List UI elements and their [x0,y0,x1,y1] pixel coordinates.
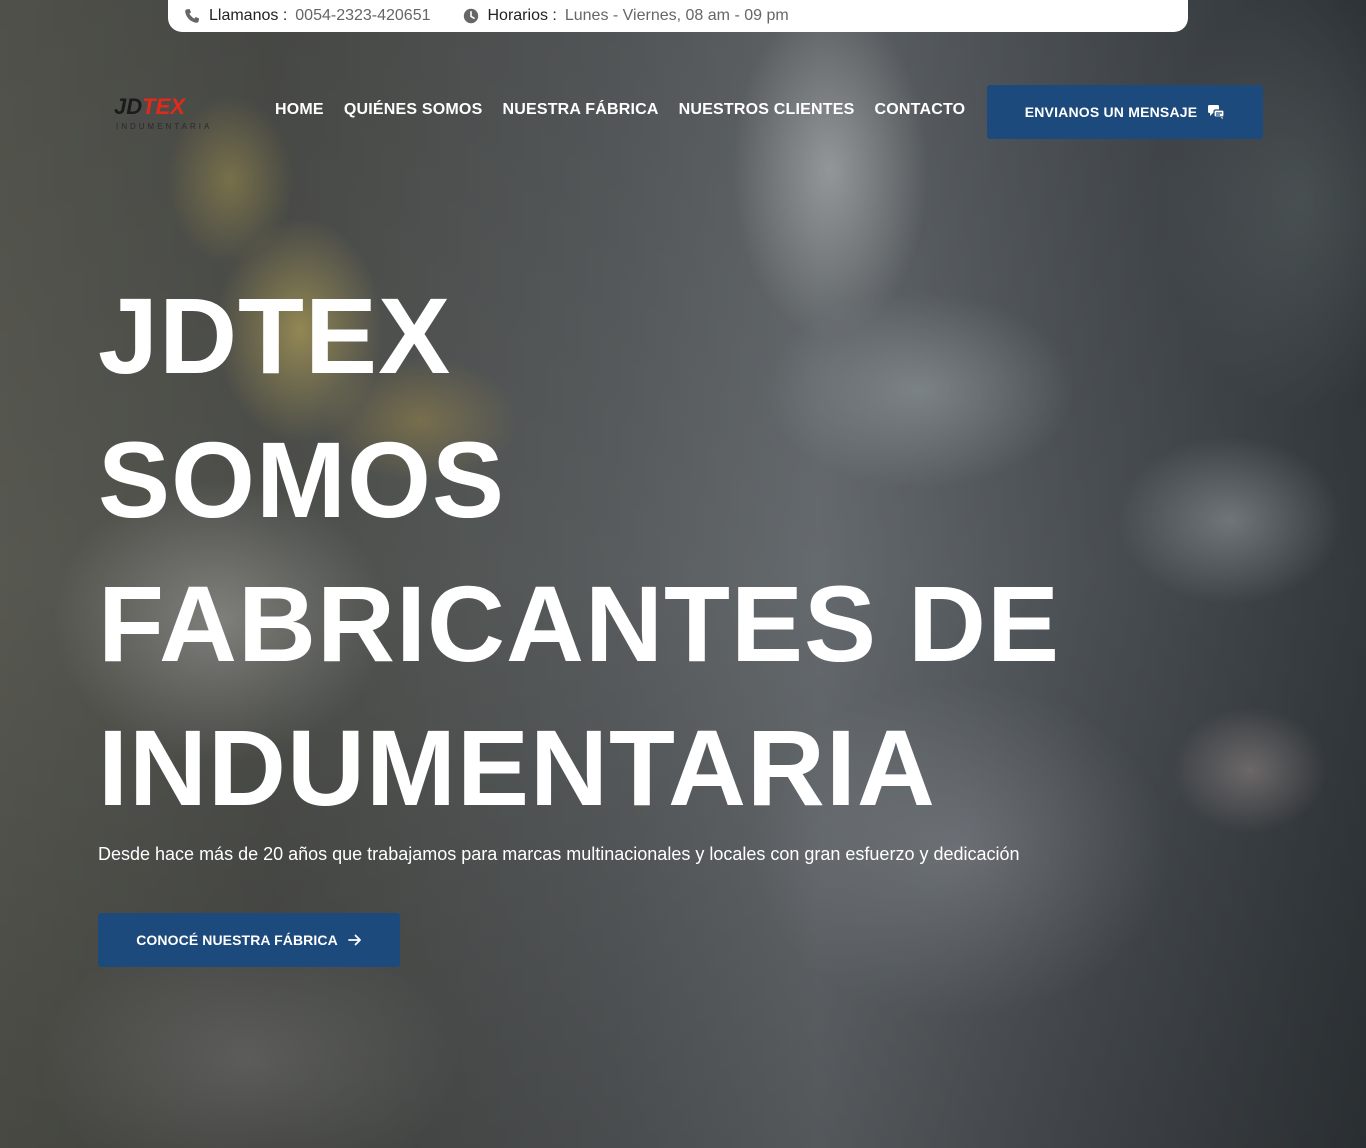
hero-subtitle: Desde hace más de 20 años que trabajamos… [98,844,1020,864]
hours-value: Lunes - Viernes, 08 am - 09 pm [564,7,789,24]
headline-line: JDTEX [98,275,452,396]
phone-icon [184,8,200,24]
nav-item-home[interactable]: HOME [275,101,324,119]
send-message-button[interactable]: ENVIANOS UN MENSAJE [987,85,1263,139]
top-info-bar: Llamanos : 0054-2323-420651 Horarios : L… [168,0,1188,32]
hours-info: Horarios : Lunes - Viernes, 08 am - 09 p… [463,7,789,25]
clock-icon [463,8,479,24]
main-nav: HOME QUIÉNES SOMOS NUESTRA FÁBRICA NUEST… [275,101,985,119]
phone-label: Llamanos : [209,7,288,24]
nav-item-quienes-somos[interactable]: QUIÉNES SOMOS [344,101,483,119]
headline-line: FABRICANTES DE [98,563,1061,684]
phone-info[interactable]: Llamanos : 0054-2323-420651 [184,7,431,25]
conoce-fabrica-label: CONOCÉ NUESTRA FÁBRICA [136,932,338,948]
headline-line: INDUMENTARIA [98,707,936,828]
nav-item-nuestra-fabrica[interactable]: NUESTRA FÁBRICA [502,101,658,119]
headline-line: SOMOS [98,419,506,540]
nav-item-nuestros-clientes[interactable]: NUESTROS CLIENTES [679,101,855,119]
hours-label: Horarios : [487,7,557,24]
logo-tagline: INDUMENTARIA [116,122,213,131]
hero-headline: JDTEX SOMOS FABRICANTES DE INDUMENTARIA [98,264,1198,840]
message-icon [1207,104,1225,120]
send-message-label: ENVIANOS UN MENSAJE [1024,104,1198,120]
conoce-fabrica-button[interactable]: CONOCÉ NUESTRA FÁBRICA [98,913,400,967]
phone-value[interactable]: 0054-2323-420651 [295,7,430,25]
arrow-right-icon [347,934,362,946]
logo-wordmark: JDTEX [114,94,185,119]
nav-item-contacto[interactable]: CONTACTO [875,101,966,119]
site-logo[interactable]: JDTEX INDUMENTARIA [114,96,240,136]
